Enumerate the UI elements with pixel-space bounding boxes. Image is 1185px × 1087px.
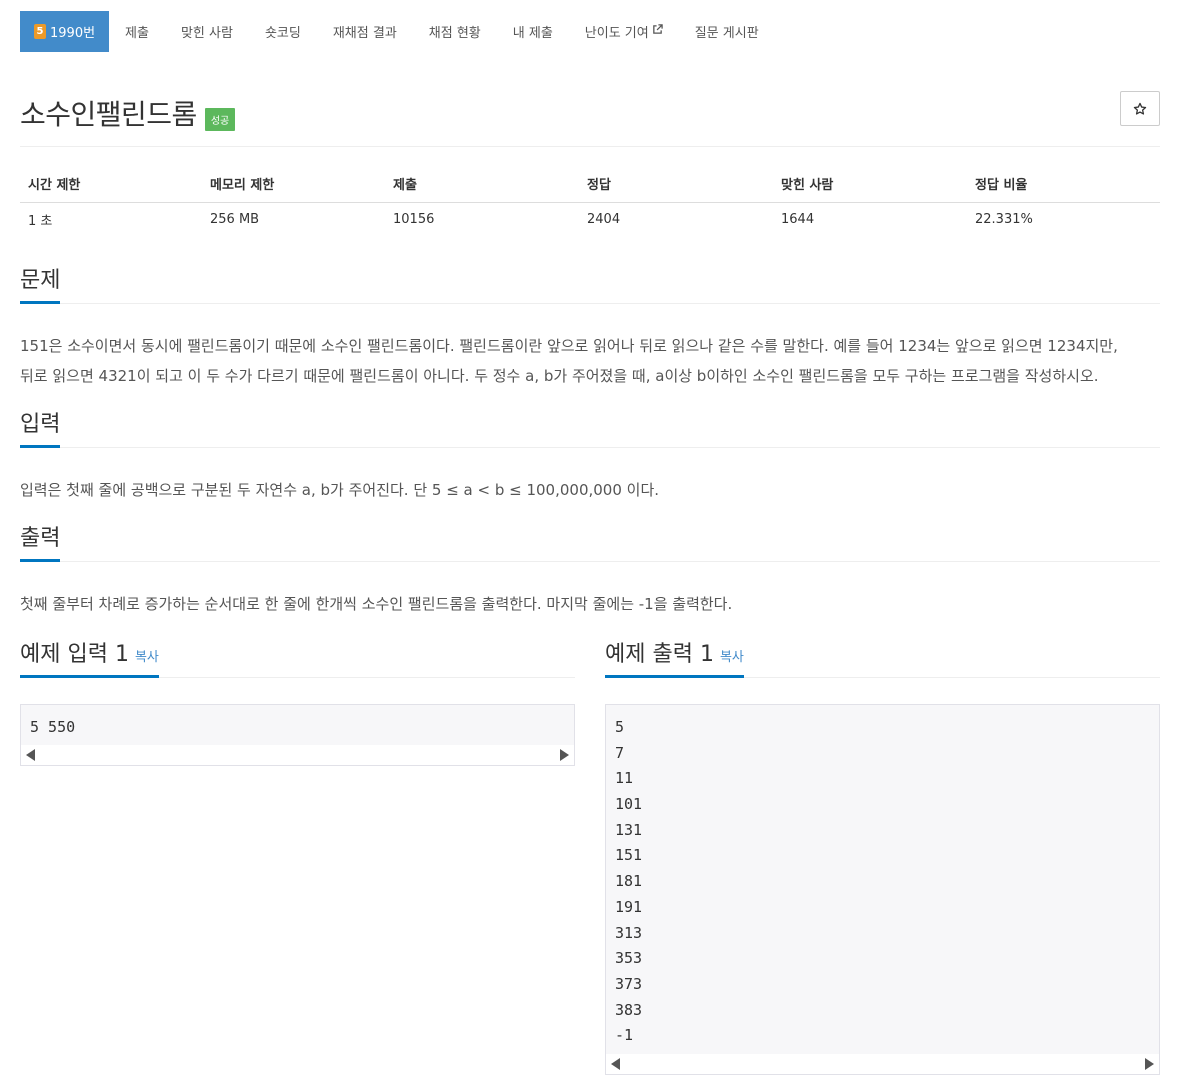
description-line: 151은 소수이면서 동시에 팰린드롬이기 때문에 소수인 팰린드롬이다. 팰린…: [20, 337, 1118, 355]
header-submissions: 제출: [385, 166, 579, 203]
sample-input-box[interactable]: 5 550: [20, 704, 575, 766]
sample-output-line: 191: [615, 897, 643, 916]
problem-description: 151은 소수이면서 동시에 팰린드롬이기 때문에 소수인 팰린드롬이다. 팰린…: [20, 331, 1170, 391]
output-title: 출력: [20, 526, 61, 563]
copy-sample-output-link[interactable]: 복사: [720, 650, 744, 665]
sample-output-line: 373: [615, 974, 643, 993]
value-accept-ratio: 22.331%: [975, 212, 1033, 228]
star-icon: [1133, 102, 1147, 115]
nav-solved-users[interactable]: 맞힌 사람: [165, 11, 249, 52]
description-title: 문제: [20, 268, 61, 305]
table-row: 1 초 256 MB 10156 2404 1644 22.331%: [20, 202, 1160, 237]
copy-sample-input-link[interactable]: 복사: [135, 650, 159, 665]
status-badge: 성공: [204, 107, 236, 131]
input-headline: 입력: [20, 412, 1160, 449]
problem-info-table: 시간 제한 메모리 제한 제출 정답 맞힌 사람 정답 비율 1 초 256 M…: [20, 166, 1160, 237]
sample-input-heading: 예제 입력 1 복사: [20, 642, 159, 679]
sample-output-title: 예제 출력 1: [605, 642, 714, 667]
description-line: 뒤로 읽으면 4321이 되고 이 두 수가 다르기 때문에 팰린드롬이 아니다…: [20, 367, 1099, 385]
nav-submit[interactable]: 제출: [109, 11, 165, 52]
problem-title: 소수인팰린드롬: [20, 98, 197, 131]
sample-output-line: 131: [615, 820, 643, 839]
output-description: 첫째 줄부터 차례로 증가하는 순서대로 한 줄에 한개씩 소수인 팰린드롬을 …: [20, 595, 733, 613]
sample-output-line: 313: [615, 923, 643, 942]
input-description: 입력은 첫째 줄에 공백으로 구분된 두 자연수 a, b가 주어진다. 단 5…: [20, 481, 660, 499]
input-title: 입력: [20, 412, 61, 449]
header-accept-ratio: 정답 비율: [967, 166, 1160, 203]
sample-input-content: 5 550: [21, 705, 574, 741]
tier-icon: 5: [34, 24, 46, 39]
sample-output-line: 353: [615, 949, 643, 968]
nav-problem-number[interactable]: 5 1990번: [20, 11, 110, 52]
sample-input-title: 예제 입력 1: [20, 642, 129, 667]
nav-question-board[interactable]: 질문 게시판: [679, 11, 775, 52]
nav-difficulty-contribution[interactable]: 난이도 기여: [569, 11, 679, 52]
description-headline: 문제: [20, 268, 1160, 305]
scroll-right-icon[interactable]: [1145, 1058, 1154, 1070]
problem-title-row: 소수인팰린드롬 성공: [20, 93, 236, 133]
sample-output-line: -1: [615, 1026, 634, 1045]
scroll-left-icon[interactable]: [611, 1058, 620, 1070]
sample-output-line: 383: [615, 1000, 643, 1019]
problem-number-label: 1990번: [50, 26, 96, 41]
scroll-left-icon[interactable]: [26, 749, 35, 761]
header-accepted: 정답: [579, 166, 773, 203]
value-time-limit: 1 초: [28, 214, 53, 230]
output-headline: 출력: [20, 526, 1160, 563]
problem-menu: 5 1990번 제출 맞힌 사람 숏코딩 재채점 결과 채점 현황 내 제출 난…: [20, 11, 775, 52]
value-accepted: 2404: [587, 212, 621, 228]
header-solved-users: 맞힌 사람: [773, 166, 967, 203]
sample-output-line: 7: [615, 743, 625, 762]
nav-judge-status[interactable]: 채점 현황: [413, 11, 497, 52]
difficulty-contribution-label: 난이도 기여: [584, 26, 649, 41]
sample-input-line: 5 550: [30, 718, 76, 736]
sample-output-content: 5 7 11 101 131 151 181 191 313 353 373 3…: [606, 705, 1159, 1049]
sample-output-line: 11: [615, 769, 634, 788]
scroll-right-icon[interactable]: [560, 749, 569, 761]
nav-my-submissions[interactable]: 내 제출: [497, 11, 569, 52]
header-memory-limit: 메모리 제한: [202, 166, 385, 203]
favorite-button[interactable]: [1120, 91, 1160, 126]
sample-input-scrollbar[interactable]: [21, 745, 574, 765]
sample-output-line: 181: [615, 872, 643, 891]
value-solved-users: 1644: [781, 212, 815, 228]
table-header-row: 시간 제한 메모리 제한 제출 정답 맞힌 사람 정답 비율: [20, 166, 1160, 203]
header-time-limit: 시간 제한: [20, 166, 202, 203]
value-memory-limit: 256 MB: [210, 212, 260, 228]
sample-output-headline: 예제 출력 1 복사: [605, 642, 1160, 679]
sample-output-scrollbar[interactable]: [606, 1054, 1159, 1074]
sample-output-box[interactable]: 5 7 11 101 131 151 181 191 313 353 373 3…: [605, 704, 1160, 1075]
sample-input-headline: 예제 입력 1 복사: [20, 642, 575, 679]
external-link-icon: [652, 24, 663, 34]
sample-output-line: 151: [615, 846, 643, 865]
nav-rejudge-results[interactable]: 재채점 결과: [317, 11, 413, 52]
sample-output-line: 5: [615, 718, 625, 736]
value-submissions: 10156: [393, 212, 435, 228]
sample-output-heading: 예제 출력 1 복사: [605, 642, 744, 679]
nav-short-coding[interactable]: 숏코딩: [249, 11, 317, 52]
title-divider: [20, 146, 1160, 147]
sample-output-line: 101: [615, 795, 643, 814]
